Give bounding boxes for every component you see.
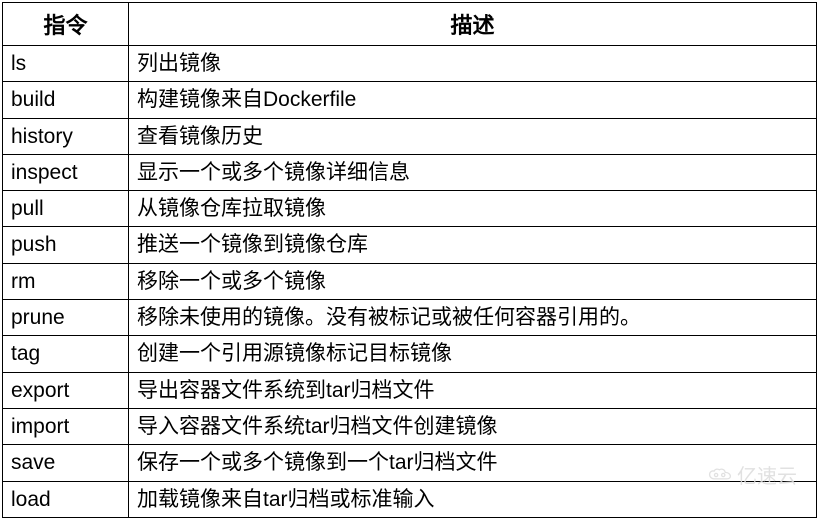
cell-command: inspect — [3, 154, 129, 190]
cell-description: 导入容器文件系统tar归档文件创建镜像 — [129, 408, 817, 444]
cell-description: 显示一个或多个镜像详细信息 — [129, 154, 817, 190]
cell-command: prune — [3, 300, 129, 336]
table-row: history 查看镜像历史 — [3, 118, 817, 154]
cell-description: 移除未使用的镜像。没有被标记或被任何容器引用的。 — [129, 300, 817, 336]
table-row: prune 移除未使用的镜像。没有被标记或被任何容器引用的。 — [3, 300, 817, 336]
cell-description: 移除一个或多个镜像 — [129, 263, 817, 299]
cell-command: build — [3, 82, 129, 118]
watermark-text: 亿速云 — [737, 460, 797, 489]
table-row: tag 创建一个引用源镜像标记目标镜像 — [3, 336, 817, 372]
cell-command: import — [3, 408, 129, 444]
header-command: 指令 — [3, 3, 129, 46]
cell-command: push — [3, 227, 129, 263]
cloud-icon — [707, 466, 733, 484]
cell-description: 导出容器文件系统到tar归档文件 — [129, 372, 817, 408]
docker-commands-table: 指令 描述 ls 列出镜像 build 构建镜像来自Dockerfile his… — [2, 2, 817, 518]
cell-command: tag — [3, 336, 129, 372]
table-header-row: 指令 描述 — [3, 3, 817, 46]
cell-command: ls — [3, 46, 129, 82]
table-row: save 保存一个或多个镜像到一个tar归档文件 — [3, 445, 817, 481]
cell-command: pull — [3, 191, 129, 227]
header-description: 描述 — [129, 3, 817, 46]
table-row: inspect 显示一个或多个镜像详细信息 — [3, 154, 817, 190]
table-row: push 推送一个镜像到镜像仓库 — [3, 227, 817, 263]
cell-description: 推送一个镜像到镜像仓库 — [129, 227, 817, 263]
table-row: rm 移除一个或多个镜像 — [3, 263, 817, 299]
cell-description: 列出镜像 — [129, 46, 817, 82]
watermark: 亿速云 — [707, 460, 797, 489]
cell-command: save — [3, 445, 129, 481]
cell-command: history — [3, 118, 129, 154]
cell-command: rm — [3, 263, 129, 299]
table-row: export 导出容器文件系统到tar归档文件 — [3, 372, 817, 408]
cell-description: 构建镜像来自Dockerfile — [129, 82, 817, 118]
table-row: ls 列出镜像 — [3, 46, 817, 82]
table-row: import 导入容器文件系统tar归档文件创建镜像 — [3, 408, 817, 444]
table-body: ls 列出镜像 build 构建镜像来自Dockerfile history 查… — [3, 46, 817, 518]
cell-description: 查看镜像历史 — [129, 118, 817, 154]
table-row: build 构建镜像来自Dockerfile — [3, 82, 817, 118]
cell-description: 从镜像仓库拉取镜像 — [129, 191, 817, 227]
cell-description: 创建一个引用源镜像标记目标镜像 — [129, 336, 817, 372]
table-row: pull 从镜像仓库拉取镜像 — [3, 191, 817, 227]
cell-command: export — [3, 372, 129, 408]
